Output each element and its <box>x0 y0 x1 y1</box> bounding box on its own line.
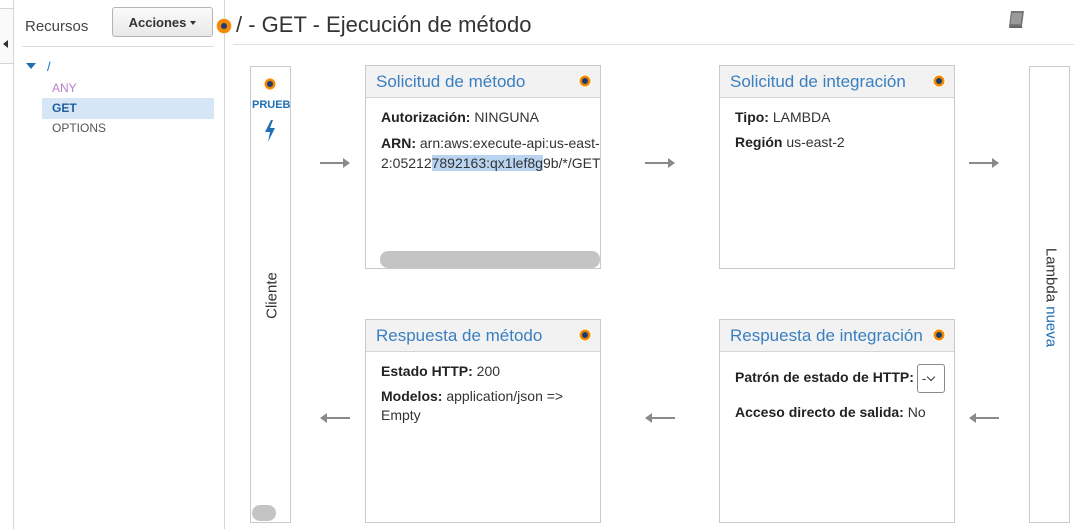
box-header: Respuesta de integración <box>720 320 954 352</box>
tree-root-label[interactable]: / <box>47 59 51 74</box>
arn-label: ARN: <box>381 135 416 151</box>
scrollbar-thumb[interactable] <box>252 505 276 521</box>
auth-label: Autorización: <box>381 109 471 125</box>
status-pattern-value: - <box>921 371 927 386</box>
tree-method-options[interactable]: OPTIONS <box>42 118 214 139</box>
integration-request-box: Solicitud de integración Tipo: LAMBDA Re… <box>719 65 955 269</box>
integration-request-link[interactable]: Solicitud de integración <box>730 72 906 92</box>
passthrough-value: No <box>907 404 926 420</box>
tree-method-get[interactable]: GET <box>42 98 214 119</box>
page-title: / - GET - Ejecución de método <box>236 12 532 37</box>
region-label: Región <box>735 134 783 150</box>
side-strip <box>0 0 14 529</box>
status-pattern-select[interactable]: - <box>916 364 945 393</box>
arrow-right-icon <box>969 158 999 168</box>
box-body: Patrón de estado de HTTP: - Acceso direct… <box>720 352 954 422</box>
test-link[interactable]: PRUEBA <box>252 99 290 111</box>
models-value-cont: Empty <box>381 407 421 423</box>
lightning-bolt-icon[interactable] <box>262 119 278 143</box>
region-value: us-east-2 <box>786 134 845 150</box>
integration-response-box: Respuesta de integración Patrón de estad… <box>719 319 955 523</box>
arrow-left-icon <box>320 413 350 423</box>
resources-panel: Recursos Acciones / ANY GET OPTIONS <box>14 0 225 529</box>
header-divider <box>233 44 1074 45</box>
tree-expand-icon[interactable] <box>26 63 36 69</box>
type-value: LAMBDA <box>772 109 831 125</box>
lambda-column: Lambda nueva <box>1029 66 1070 523</box>
status-icon <box>932 74 946 88</box>
client-label: Cliente <box>263 272 281 319</box>
resources-title: Recursos <box>25 18 89 35</box>
tree-root[interactable]: / <box>26 58 51 74</box>
lambda-function-link[interactable]: nueva <box>1043 306 1060 347</box>
http-status-label: Estado HTTP: <box>381 363 473 379</box>
method-response-link[interactable]: Respuesta de método <box>376 326 542 346</box>
collapse-left-icon[interactable] <box>3 40 8 48</box>
horizontal-scrollbar[interactable] <box>380 251 600 268</box>
arrow-right-icon <box>645 158 675 168</box>
divider <box>22 46 214 47</box>
collapse-tab[interactable] <box>0 8 14 64</box>
http-status-value: 200 <box>476 363 501 379</box>
box-body: Tipo: LAMBDA Región us-east-2 <box>720 98 954 152</box>
status-icon <box>932 328 946 342</box>
lambda-label: Lambda nueva <box>1043 233 1060 363</box>
actions-button-label: Acciones <box>128 14 187 30</box>
box-header: Respuesta de método <box>366 320 600 352</box>
method-request-link[interactable]: Solicitud de método <box>376 72 525 92</box>
arrow-left-icon <box>645 413 675 423</box>
box-body: Estado HTTP: 200 Modelos: application/js… <box>366 352 600 425</box>
lambda-text: Lambda <box>1042 247 1060 303</box>
api-gateway-method-execution: Recursos Acciones / ANY GET OPTIONS / - … <box>0 0 1074 529</box>
status-pattern-label: Patrón de estado de HTTP: <box>735 369 914 386</box>
actions-button[interactable]: Acciones <box>112 7 213 37</box>
box-header: Solicitud de integración <box>720 66 954 98</box>
status-icon <box>578 328 592 342</box>
box-body: Autorización: NINGUNA ARN: arn:aws:execu… <box>366 98 600 173</box>
arrow-left-icon <box>969 413 999 423</box>
models-value: application/json => <box>446 388 564 404</box>
auth-value: NINGUNA <box>474 109 539 125</box>
method-status-icon <box>216 18 232 34</box>
method-request-box: Solicitud de método Autorización: NINGUN… <box>365 65 601 269</box>
arn-highlighted-text: 7892163:qx1lef8g <box>431 155 543 171</box>
book-icon[interactable] <box>1006 8 1028 30</box>
status-icon <box>578 74 592 88</box>
method-response-box: Respuesta de método Estado HTTP: 200 Mod… <box>365 319 601 523</box>
status-icon <box>263 77 277 91</box>
passthrough-label: Acceso directo de salida: <box>735 404 904 420</box>
box-header: Solicitud de método <box>366 66 600 98</box>
type-label: Tipo: <box>735 109 769 125</box>
arn-line2-start: 2:05212 <box>381 155 432 171</box>
client-column: PRUEBA Cliente <box>250 66 291 523</box>
integration-response-link[interactable]: Respuesta de integración <box>730 326 923 346</box>
tree-method-any[interactable]: ANY <box>42 78 214 99</box>
caret-down-icon <box>190 21 197 25</box>
models-label: Modelos: <box>381 388 443 404</box>
arn-line1: arn:aws:execute-api:us-east- <box>419 135 600 151</box>
arrow-right-icon <box>320 158 350 168</box>
chevron-down-icon <box>927 372 936 382</box>
arn-line2-end: 9b/*/GET/ <box>542 155 601 171</box>
